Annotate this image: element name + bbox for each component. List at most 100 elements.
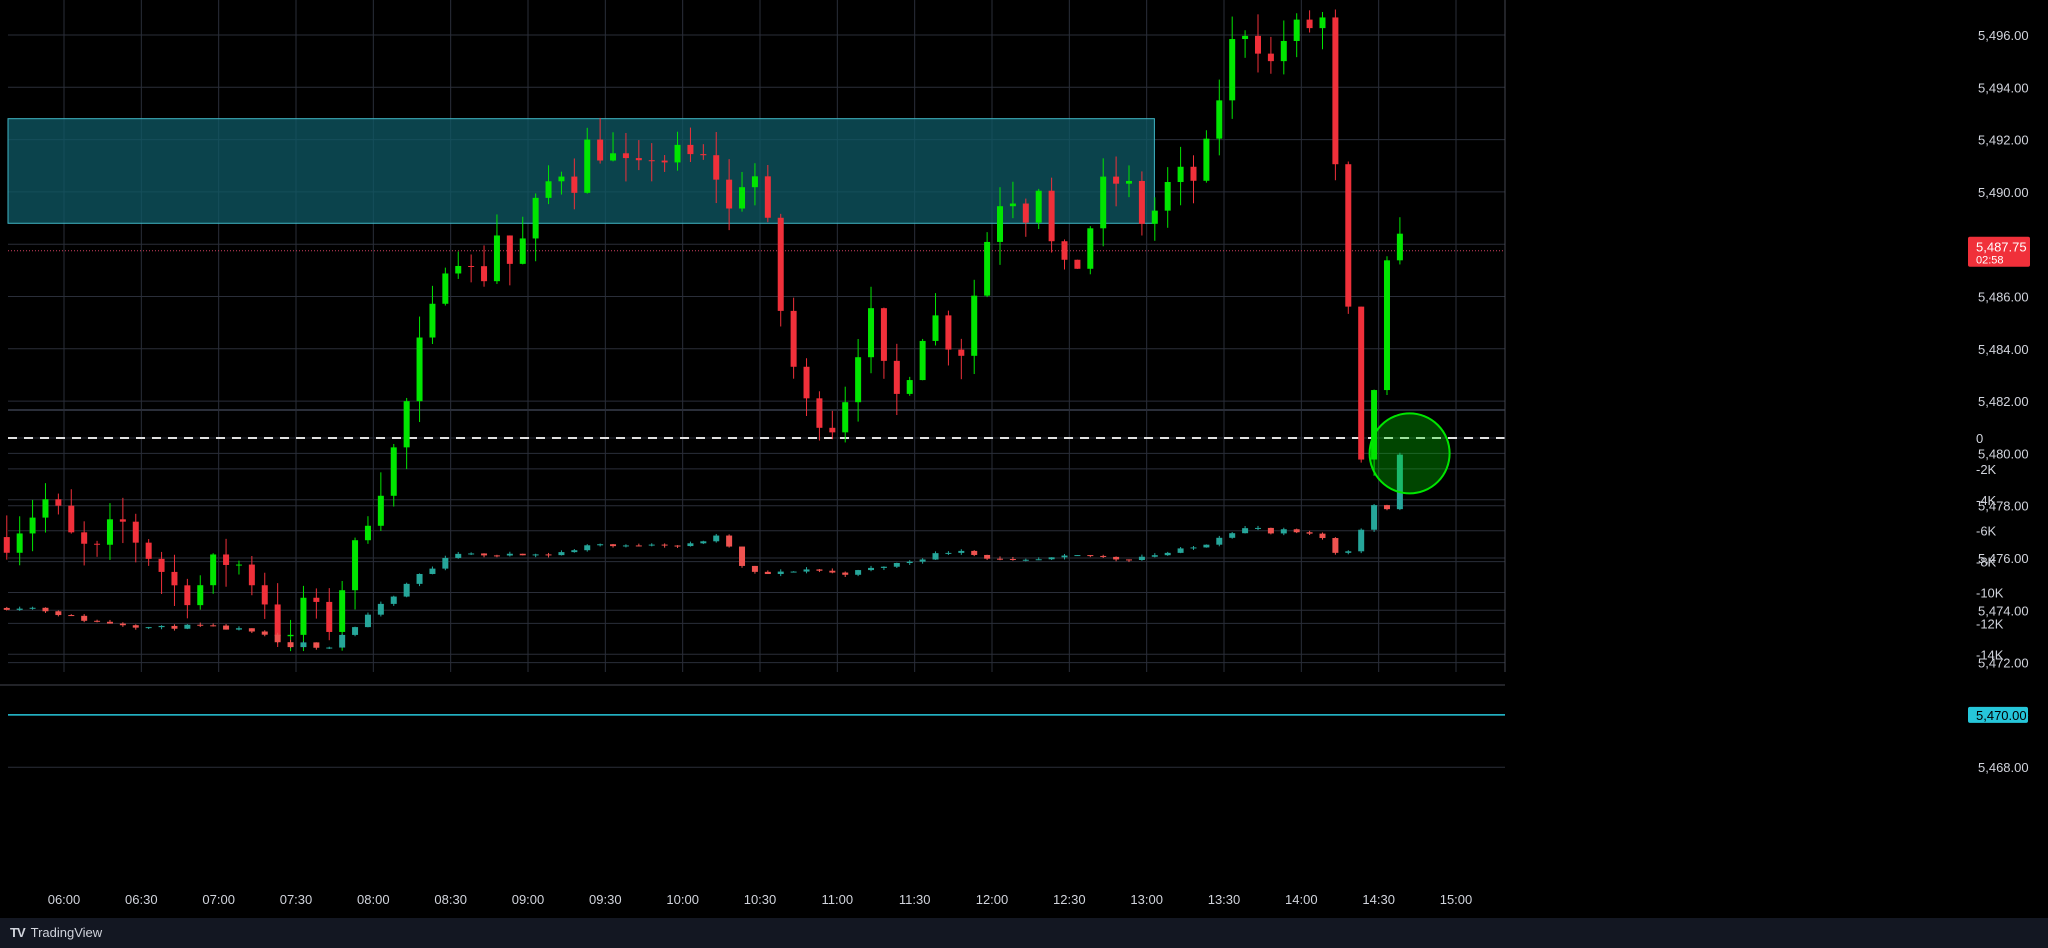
price-candle-body xyxy=(945,315,952,350)
osc-candle-body xyxy=(429,568,436,574)
chart-annotations xyxy=(1368,412,1451,495)
price-candle-body xyxy=(713,155,720,180)
osc-candle-body xyxy=(829,570,836,573)
price-axis-tick-label: 5,480.00 xyxy=(1978,446,2029,461)
price-candle-body xyxy=(674,144,681,163)
osc-candle-body xyxy=(997,558,1004,560)
tradingview-logo-icon: TV xyxy=(10,925,26,940)
price-candle-body xyxy=(610,153,617,161)
price-axis-tick-label: 5,490.00 xyxy=(1978,185,2029,200)
osc-candle-body xyxy=(597,544,604,546)
price-candle-body xyxy=(300,597,307,635)
price-candle-body xyxy=(1306,19,1313,29)
price-candle-body xyxy=(1164,182,1171,211)
price-candle-body xyxy=(106,519,113,545)
price-candle-body xyxy=(1267,53,1274,62)
osc-candle-body xyxy=(1332,538,1339,553)
osc-candle-body xyxy=(3,607,10,610)
osc-candle-body xyxy=(971,550,978,555)
price-candle-body xyxy=(1022,203,1029,223)
osc-candle-body xyxy=(1383,505,1390,510)
price-candle-body xyxy=(829,427,836,433)
price-candle-body xyxy=(145,542,152,559)
osc-candle-body xyxy=(468,553,475,555)
time-axis-tick-label: 06:30 xyxy=(125,892,158,907)
osc-candle-body xyxy=(81,615,88,621)
osc-candle-body xyxy=(248,628,255,632)
price-candle-body xyxy=(597,139,604,161)
price-candle-body xyxy=(545,181,552,198)
osc-candle-body xyxy=(648,544,655,546)
osc-candle-body xyxy=(455,553,462,558)
price-candle-body xyxy=(777,217,784,311)
price-candle-body xyxy=(1332,17,1339,165)
osc-candle-body xyxy=(880,566,887,568)
price-axis-tick-label: 5,496.00 xyxy=(1978,28,2029,43)
price-candle-body xyxy=(1229,39,1236,101)
time-axis-tick-label: 11:30 xyxy=(899,892,931,907)
time-axis-tick-label: 14:30 xyxy=(1362,892,1395,907)
osc-candle-body xyxy=(1345,551,1352,553)
osc-candle-body xyxy=(481,553,488,556)
osc-candle-body xyxy=(390,596,397,604)
osc-candle-body xyxy=(1242,528,1249,534)
osc-candle-body xyxy=(868,567,875,571)
osc-candle-body xyxy=(919,559,926,562)
osc-axis-tick-label: -8K xyxy=(1976,555,1997,570)
time-axis-tick-label: 13:30 xyxy=(1208,892,1241,907)
price-candle-body xyxy=(326,601,333,632)
countdown-label: 02:58 xyxy=(1976,255,2004,267)
time-axis-tick-label: 14:00 xyxy=(1285,892,1318,907)
osc-candle-body xyxy=(1306,532,1313,534)
osc-candle-body xyxy=(364,614,371,628)
price-candle-body xyxy=(1319,17,1326,29)
osc-candle-body xyxy=(519,553,526,556)
price-candle-body xyxy=(1048,190,1055,242)
level-price-label: 5,470.00 xyxy=(1976,708,2027,723)
price-candle-body xyxy=(493,235,500,282)
time-axis-tick-label: 07:00 xyxy=(202,892,235,907)
osc-candle-body xyxy=(958,550,965,553)
price-candle-body xyxy=(1396,233,1403,261)
osc-candle-body xyxy=(1138,556,1145,560)
price-candle-body xyxy=(94,543,101,545)
brand-name: TradingView xyxy=(30,925,103,940)
time-axis-tick-label: 15:00 xyxy=(1440,892,1473,907)
price-axis-tick-label: 5,492.00 xyxy=(1978,133,2029,148)
osc-candle-body xyxy=(55,611,62,616)
annotation-circle[interactable] xyxy=(1368,412,1451,495)
osc-candle-body xyxy=(339,634,346,648)
osc-candle-body xyxy=(313,642,320,648)
price-candle-body xyxy=(1138,180,1145,224)
price-candle-body xyxy=(1126,180,1133,184)
osc-candle-body xyxy=(700,541,707,544)
osc-candle-body xyxy=(1319,533,1326,539)
osc-candle-body xyxy=(197,624,204,626)
osc-candle-body xyxy=(16,608,23,610)
price-candle-body xyxy=(390,447,397,496)
price-candle-body xyxy=(352,540,359,591)
price-candle-body xyxy=(1087,228,1094,269)
price-candle-body xyxy=(223,554,230,565)
osc-axis-tick-label: -6K xyxy=(1976,524,1997,539)
price-candle-body xyxy=(1203,138,1210,181)
osc-candle-body xyxy=(1190,547,1197,549)
osc-candle-body xyxy=(274,634,281,643)
tradingview-brand[interactable]: TV TradingView xyxy=(10,925,102,940)
price-candle-body xyxy=(235,564,242,566)
osc-candle-body xyxy=(764,571,771,575)
price-candle-body xyxy=(55,499,62,506)
price-candle-body xyxy=(506,235,513,264)
osc-candle-body xyxy=(171,625,178,629)
osc-candle-body xyxy=(1009,558,1016,560)
osc-candle-body xyxy=(532,554,539,556)
osc-candle-body xyxy=(1022,559,1029,561)
price-candle-body xyxy=(68,505,75,533)
price-candle-body xyxy=(842,402,849,433)
osc-axis-tick-label: 0 xyxy=(1976,431,1983,446)
price-candle-body xyxy=(184,585,191,606)
osc-candle-body xyxy=(1177,548,1184,553)
price-candle-body xyxy=(919,340,926,381)
osc-candle-body xyxy=(352,627,359,635)
trading-chart[interactable]: 5,468.005,470.005,472.005,474.005,476.00… xyxy=(0,0,2048,918)
